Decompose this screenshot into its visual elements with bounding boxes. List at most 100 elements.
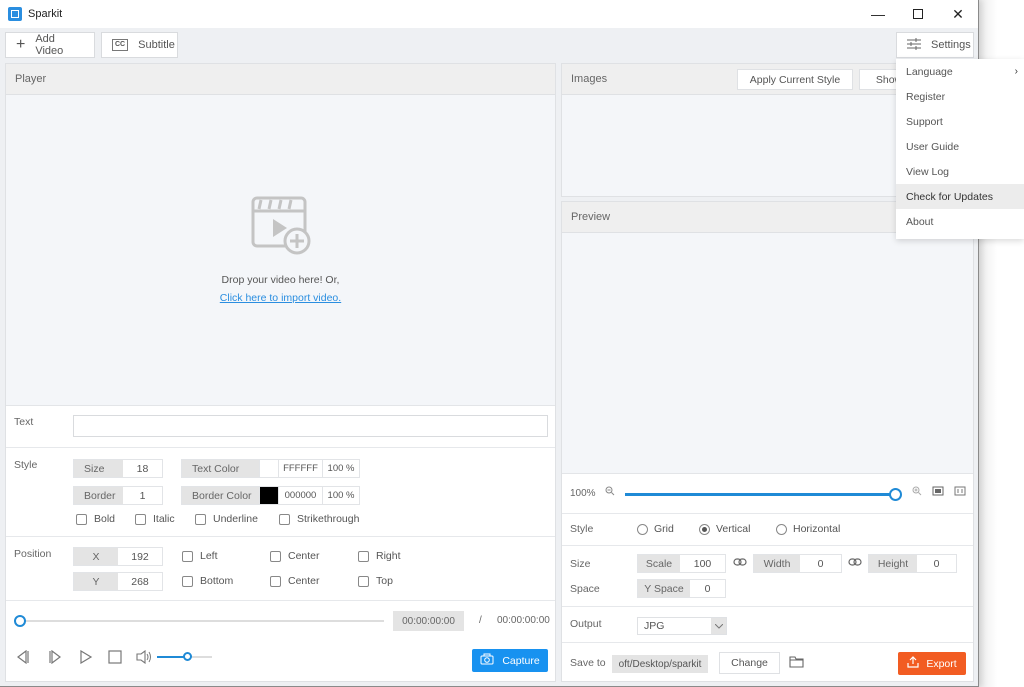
save-row: Save to oft/Desktop/sparkit Change Expor… <box>562 643 973 683</box>
checkbox-icon <box>270 550 281 562</box>
horizontal-radio[interactable]: Horizontal <box>776 523 840 535</box>
x-value[interactable]: 192 <box>118 548 162 565</box>
folder-icon[interactable] <box>789 655 804 671</box>
italic-checkbox[interactable]: Italic <box>135 513 175 525</box>
menu-item-user-guide[interactable]: User Guide <box>896 134 1024 159</box>
align-center-v-checkbox[interactable]: Center <box>270 575 320 587</box>
view-log-label: View Log <box>906 165 950 178</box>
height-field: Height 0 <box>868 554 957 573</box>
bold-checkbox[interactable]: Bold <box>76 513 115 525</box>
checkbox-icon <box>270 575 281 587</box>
export-button[interactable]: Export <box>898 652 966 675</box>
align-top-checkbox[interactable]: Top <box>358 575 393 587</box>
preview-title: Preview <box>571 211 611 223</box>
preview-canvas <box>562 233 973 474</box>
change-path-button[interactable]: Change <box>719 652 780 674</box>
bold-label: Bold <box>94 513 116 525</box>
menu-item-language[interactable]: Language › <box>896 59 1024 84</box>
close-button[interactable]: ✕ <box>938 0 978 28</box>
plus-icon: + <box>16 36 26 53</box>
link-icon[interactable] <box>733 557 747 570</box>
y-space-value[interactable]: 0 <box>690 580 725 597</box>
capture-button[interactable]: Capture <box>472 649 548 672</box>
text-color-swatch[interactable] <box>259 460 278 477</box>
text-row: Text <box>6 407 555 447</box>
text-color-hex[interactable]: FFFFFF <box>278 460 322 477</box>
next-frame-icon[interactable] <box>48 649 62 667</box>
y-field: Y 268 <box>73 572 163 591</box>
menu-item-view-log[interactable]: View Log <box>896 159 1024 184</box>
y-value[interactable]: 268 <box>118 573 162 590</box>
height-label: Height <box>869 555 917 572</box>
subtitle-button[interactable]: CC Subtitle <box>101 32 178 58</box>
underline-checkbox[interactable]: Underline <box>195 513 258 525</box>
text-label: Text <box>14 416 34 428</box>
checkbox-icon <box>358 575 369 587</box>
video-drop-zone[interactable]: Drop your video here! Or, Click here to … <box>6 95 555 406</box>
vertical-radio[interactable]: Vertical <box>699 523 750 535</box>
size-value[interactable]: 18 <box>123 460 162 477</box>
apply-current-style-button[interactable]: Apply Current Style <box>737 69 853 90</box>
capture-label: Capture <box>502 654 540 667</box>
seek-handle[interactable] <box>14 615 26 627</box>
playback-section: 00:00:00:00 / 00:00:00:00 Capture <box>6 601 555 683</box>
add-video-button[interactable]: + Add Video <box>5 32 95 58</box>
menu-item-support[interactable]: Support <box>896 109 1024 134</box>
menu-item-register[interactable]: Register <box>896 84 1024 109</box>
import-video-link[interactable]: Click here to import video. <box>6 292 555 304</box>
sliders-icon <box>907 37 921 53</box>
minimize-button[interactable]: — <box>858 0 898 28</box>
space-label: Space <box>570 583 600 595</box>
zoom-slider-handle[interactable] <box>889 488 902 501</box>
subtitle-label: Subtitle <box>138 39 175 51</box>
border-color-hex[interactable]: 000000 <box>278 487 322 504</box>
border-color-opacity[interactable]: 100 % <box>322 487 359 504</box>
closed-caption-icon: CC <box>112 39 129 51</box>
align-left-checkbox[interactable]: Left <box>182 550 218 562</box>
player-header: Player <box>6 64 555 95</box>
current-time: 00:00:00:00 <box>393 611 464 631</box>
align-top-label: Top <box>376 575 393 587</box>
chevron-down-icon <box>711 618 726 634</box>
menu-item-check-updates[interactable]: Check for Updates <box>896 184 1024 209</box>
height-value[interactable]: 0 <box>917 555 956 572</box>
toolbar: + Add Video CC Subtitle Settings <box>0 28 978 62</box>
align-center-h-checkbox[interactable]: Center <box>270 550 320 562</box>
settings-button[interactable]: Settings <box>896 32 974 58</box>
text-input[interactable] <box>73 415 548 437</box>
zoom-out-icon[interactable] <box>605 486 615 499</box>
output-format-select[interactable]: JPG <box>637 617 727 635</box>
border-value[interactable]: 1 <box>123 487 162 504</box>
scale-value[interactable]: 100 <box>680 555 725 572</box>
play-icon[interactable] <box>79 649 93 667</box>
maximize-button[interactable] <box>898 0 938 28</box>
volume-icon[interactable] <box>136 649 152 667</box>
seek-bar[interactable] <box>20 620 384 622</box>
link-icon[interactable] <box>848 557 862 570</box>
title-bar: Sparkit — ✕ <box>0 0 978 28</box>
zoom-percent: 100% <box>570 488 596 499</box>
prev-frame-icon[interactable] <box>16 649 30 667</box>
grid-label: Grid <box>654 523 674 535</box>
app-window: Sparkit — ✕ + Add Video CC Subtitle Sett… <box>0 0 979 687</box>
app-logo-icon <box>8 7 22 21</box>
align-right-checkbox[interactable]: Right <box>358 550 401 562</box>
strikethrough-checkbox[interactable]: Strikethrough <box>279 513 359 525</box>
text-color-opacity[interactable]: 100 % <box>322 460 359 477</box>
grid-radio[interactable]: Grid <box>637 523 674 535</box>
menu-item-about[interactable]: About <box>896 209 1024 234</box>
stop-icon[interactable] <box>108 650 122 667</box>
size-field: Size 18 <box>73 459 163 478</box>
align-bottom-checkbox[interactable]: Bottom <box>182 575 233 587</box>
scale-label: Scale <box>638 555 680 572</box>
checkbox-icon <box>76 513 87 525</box>
volume-handle[interactable] <box>183 652 193 661</box>
fit-screen-icon[interactable] <box>932 486 944 499</box>
zoom-slider-track[interactable] <box>625 493 895 496</box>
zoom-in-icon[interactable] <box>912 486 922 499</box>
border-color-swatch[interactable] <box>259 487 278 504</box>
width-value[interactable]: 0 <box>800 555 841 572</box>
size-section: Size Scale 100 Width 0 Height 0 Space Y … <box>562 546 973 606</box>
actual-size-icon[interactable] <box>954 486 966 499</box>
app-title: Sparkit <box>28 8 63 20</box>
